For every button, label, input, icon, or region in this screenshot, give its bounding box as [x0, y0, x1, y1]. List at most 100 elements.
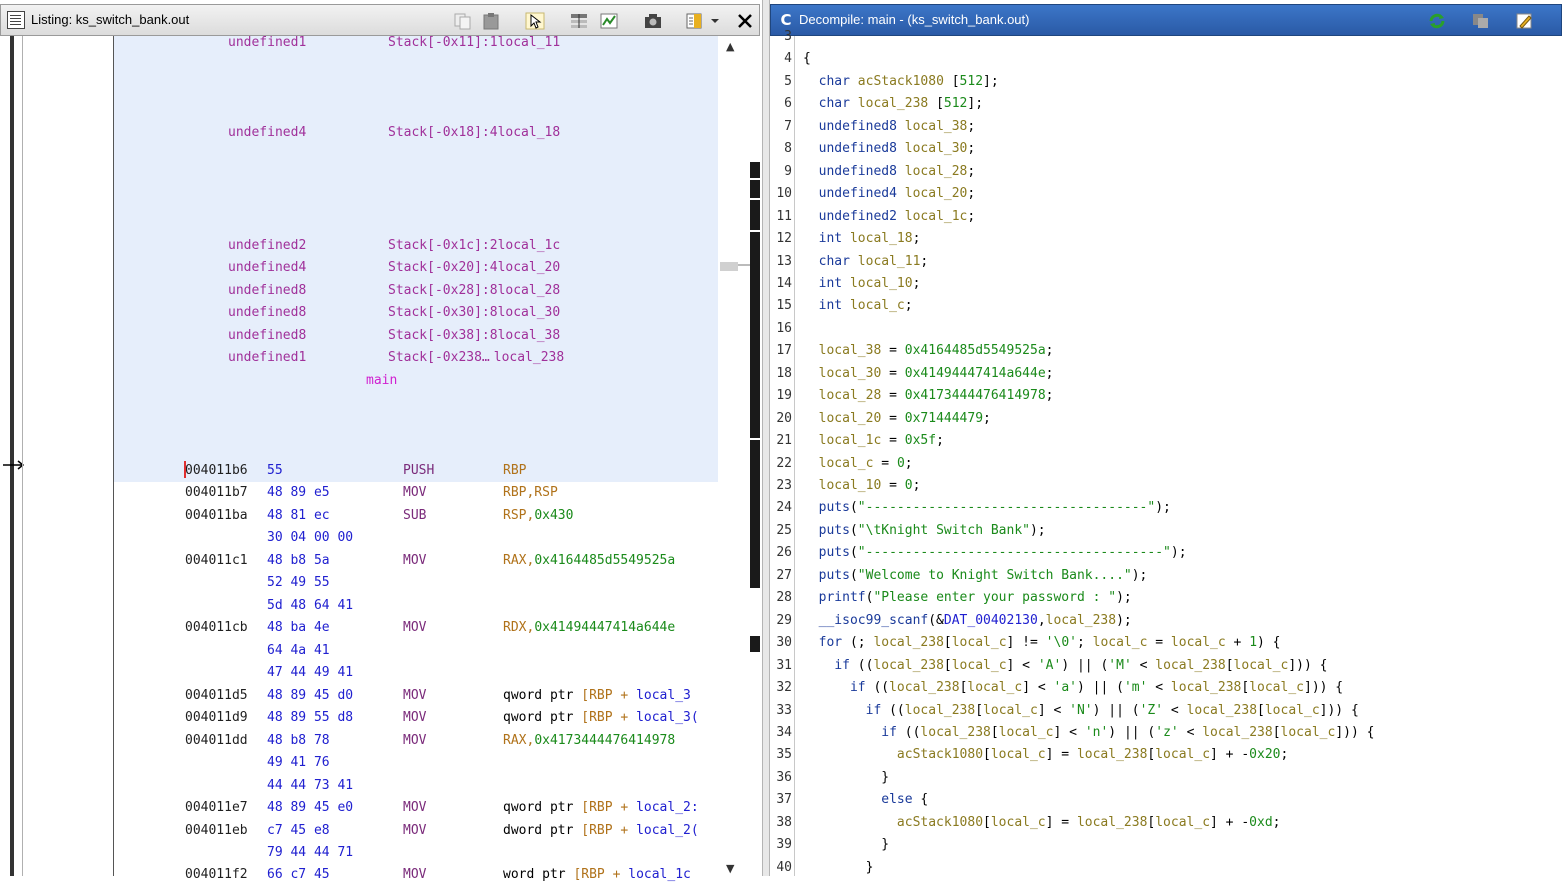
code-line[interactable]: {: [803, 51, 811, 67]
code-line[interactable]: }: [803, 770, 889, 786]
code-line[interactable]: else {: [803, 792, 928, 808]
stack-var-row[interactable]: undefined1: [228, 350, 306, 366]
stack-var-row[interactable]: Stack[-0x1c]:2local_1c: [388, 238, 560, 254]
line-number: 5: [784, 74, 792, 89]
code-line[interactable]: undefined8 local_38;: [803, 119, 976, 135]
stack-var-row[interactable]: Stack[-0x30]:8local_30: [388, 305, 560, 321]
function-label[interactable]: main: [366, 373, 397, 389]
structure-icon[interactable]: [569, 12, 589, 30]
instruction-operands: RBP: [503, 463, 527, 478]
cursor-icon[interactable]: [525, 12, 545, 30]
stack-var-row[interactable]: undefined8: [228, 305, 306, 321]
code-line[interactable]: char acStack1080 [512];: [803, 74, 999, 90]
instruction-bytes: 5d 48 64 41: [267, 598, 354, 613]
code-line[interactable]: char local_11;: [803, 254, 929, 270]
code-line[interactable]: }: [803, 837, 889, 853]
var-name: local_28: [497, 283, 561, 298]
code-line[interactable]: puts("----------------------------------…: [803, 500, 1171, 516]
flow-icon[interactable]: [599, 12, 619, 30]
resize-arrow-icon[interactable]: [2, 458, 24, 472]
instruction-mnemonic: PUSH: [403, 463, 435, 478]
code-line[interactable]: undefined4 local_20;: [803, 186, 976, 202]
code-line[interactable]: printf("Please enter your password : ");: [803, 590, 1132, 606]
instruction-mnemonic: MOV: [403, 710, 427, 725]
line-number: 30: [776, 635, 792, 650]
code-line[interactable]: acStack1080[local_c] = local_238[local_c…: [803, 747, 1288, 763]
listing-icon: [7, 11, 25, 29]
scroll-down-icon[interactable]: ▼: [726, 862, 734, 875]
code-line[interactable]: int local_c;: [803, 298, 913, 314]
line-number: 28: [776, 590, 792, 605]
line-number: 9: [784, 164, 792, 179]
snapshot-icon[interactable]: [643, 12, 663, 30]
refresh-icon[interactable]: [1427, 12, 1447, 30]
panel-splitter[interactable]: [762, 0, 770, 876]
code-line[interactable]: int local_10;: [803, 276, 921, 292]
instruction-bytes: 66 c7 45: [267, 867, 330, 882]
stack-var-row[interactable]: Stack[-0x11]:1local_11: [388, 35, 560, 51]
code-line[interactable]: undefined2 local_1c;: [803, 209, 976, 225]
stack-var-row[interactable]: undefined8: [228, 328, 306, 344]
stack-var-row[interactable]: Stack[-0x28]:8local_28: [388, 283, 560, 299]
copy-icon[interactable]: [1471, 12, 1491, 30]
code-line[interactable]: }: [803, 860, 874, 876]
stack-var-row[interactable]: undefined4: [228, 260, 306, 276]
stack-var-row[interactable]: undefined2: [228, 238, 306, 254]
line-number: 6: [784, 96, 792, 111]
paste-icon[interactable]: [481, 12, 501, 30]
stack-var-row[interactable]: undefined1: [228, 35, 306, 51]
instruction-address: 004011f2: [185, 867, 248, 882]
code-line[interactable]: if ((local_238[local_c] < 'A') || ('M' <…: [803, 658, 1327, 674]
instruction-bytes: 48 ba 4e: [267, 620, 330, 635]
stack-var-row[interactable]: undefined8: [228, 283, 306, 299]
line-number: 4: [784, 51, 792, 66]
layout-icon[interactable]: [685, 12, 705, 30]
code-line[interactable]: local_30 = 0x41494447414a644e;: [803, 366, 1054, 382]
code-line[interactable]: puts("\tKnight Switch Bank");: [803, 523, 1046, 539]
var-stack-offset: Stack[-0x238…: [388, 350, 490, 365]
dropdown-arrow-icon[interactable]: [709, 12, 721, 30]
code-line[interactable]: local_20 = 0x71444479;: [803, 411, 991, 427]
instruction-mnemonic: MOV: [403, 800, 427, 815]
var-name: local_1c: [497, 238, 561, 253]
code-line[interactable]: if ((local_238[local_c] < 'n') || ('z' <…: [803, 725, 1374, 741]
scroll-up-icon[interactable]: ▲: [726, 40, 734, 53]
line-number: 3: [784, 29, 792, 44]
line-number: 25: [776, 523, 792, 538]
code-line[interactable]: local_10 = 0;: [803, 478, 921, 494]
code-line[interactable]: for (; local_238[local_c] != '\0'; local…: [803, 635, 1281, 651]
line-number: 35: [776, 747, 792, 762]
code-line[interactable]: puts("Welcome to Knight Switch Bank...."…: [803, 568, 1148, 584]
code-line[interactable]: local_c = 0;: [803, 456, 913, 472]
code-line[interactable]: if ((local_238[local_c] < 'N') || ('Z' <…: [803, 703, 1359, 719]
stack-var-row[interactable]: Stack[-0x20]:4local_20: [388, 260, 560, 276]
listing-title: Listing: ks_switch_bank.out: [31, 12, 190, 27]
edit-icon[interactable]: [1515, 12, 1535, 30]
instruction-operands: RAX,0x4173444476414978: [503, 733, 676, 748]
code-line[interactable]: puts("----------------------------------…: [803, 545, 1187, 561]
code-line[interactable]: undefined8 local_30;: [803, 141, 976, 157]
scroll-thumb[interactable]: [720, 262, 738, 271]
decompile-titlebar[interactable]: C Decompile: main - (ks_switch_bank.out): [770, 4, 1562, 36]
code-line[interactable]: undefined8 local_28;: [803, 164, 976, 180]
overview-tick: [750, 230, 760, 232]
close-icon[interactable]: [735, 12, 755, 30]
listing-scrollbar[interactable]: [720, 36, 738, 876]
code-line[interactable]: char local_238 [512];: [803, 96, 983, 112]
overview-tick: [750, 198, 760, 200]
code-line[interactable]: __isoc99_scanf(&DAT_00402130,local_238);: [803, 613, 1132, 629]
code-line[interactable]: int local_18;: [803, 231, 921, 247]
stack-var-row[interactable]: Stack[-0x238… local_238: [388, 350, 564, 366]
code-line[interactable]: if ((local_238[local_c] < 'a') || ('m' <…: [803, 680, 1343, 696]
listing-titlebar[interactable]: Listing: ks_switch_bank.out: [0, 4, 760, 36]
stack-var-row[interactable]: undefined4: [228, 125, 306, 141]
code-line[interactable]: local_38 = 0x4164485d5549525a;: [803, 343, 1054, 359]
code-line[interactable]: local_1c = 0x5f;: [803, 433, 944, 449]
stack-var-row[interactable]: Stack[-0x18]:4local_18: [388, 125, 560, 141]
stack-var-row[interactable]: Stack[-0x38]:8local_38: [388, 328, 560, 344]
instruction-bytes: 48 89 e5: [267, 485, 330, 500]
code-line[interactable]: local_28 = 0x4173444476414978;: [803, 388, 1054, 404]
line-number: 21: [776, 433, 792, 448]
copy-icon[interactable]: [453, 12, 473, 30]
code-line[interactable]: acStack1080[local_c] = local_238[local_c…: [803, 815, 1281, 831]
